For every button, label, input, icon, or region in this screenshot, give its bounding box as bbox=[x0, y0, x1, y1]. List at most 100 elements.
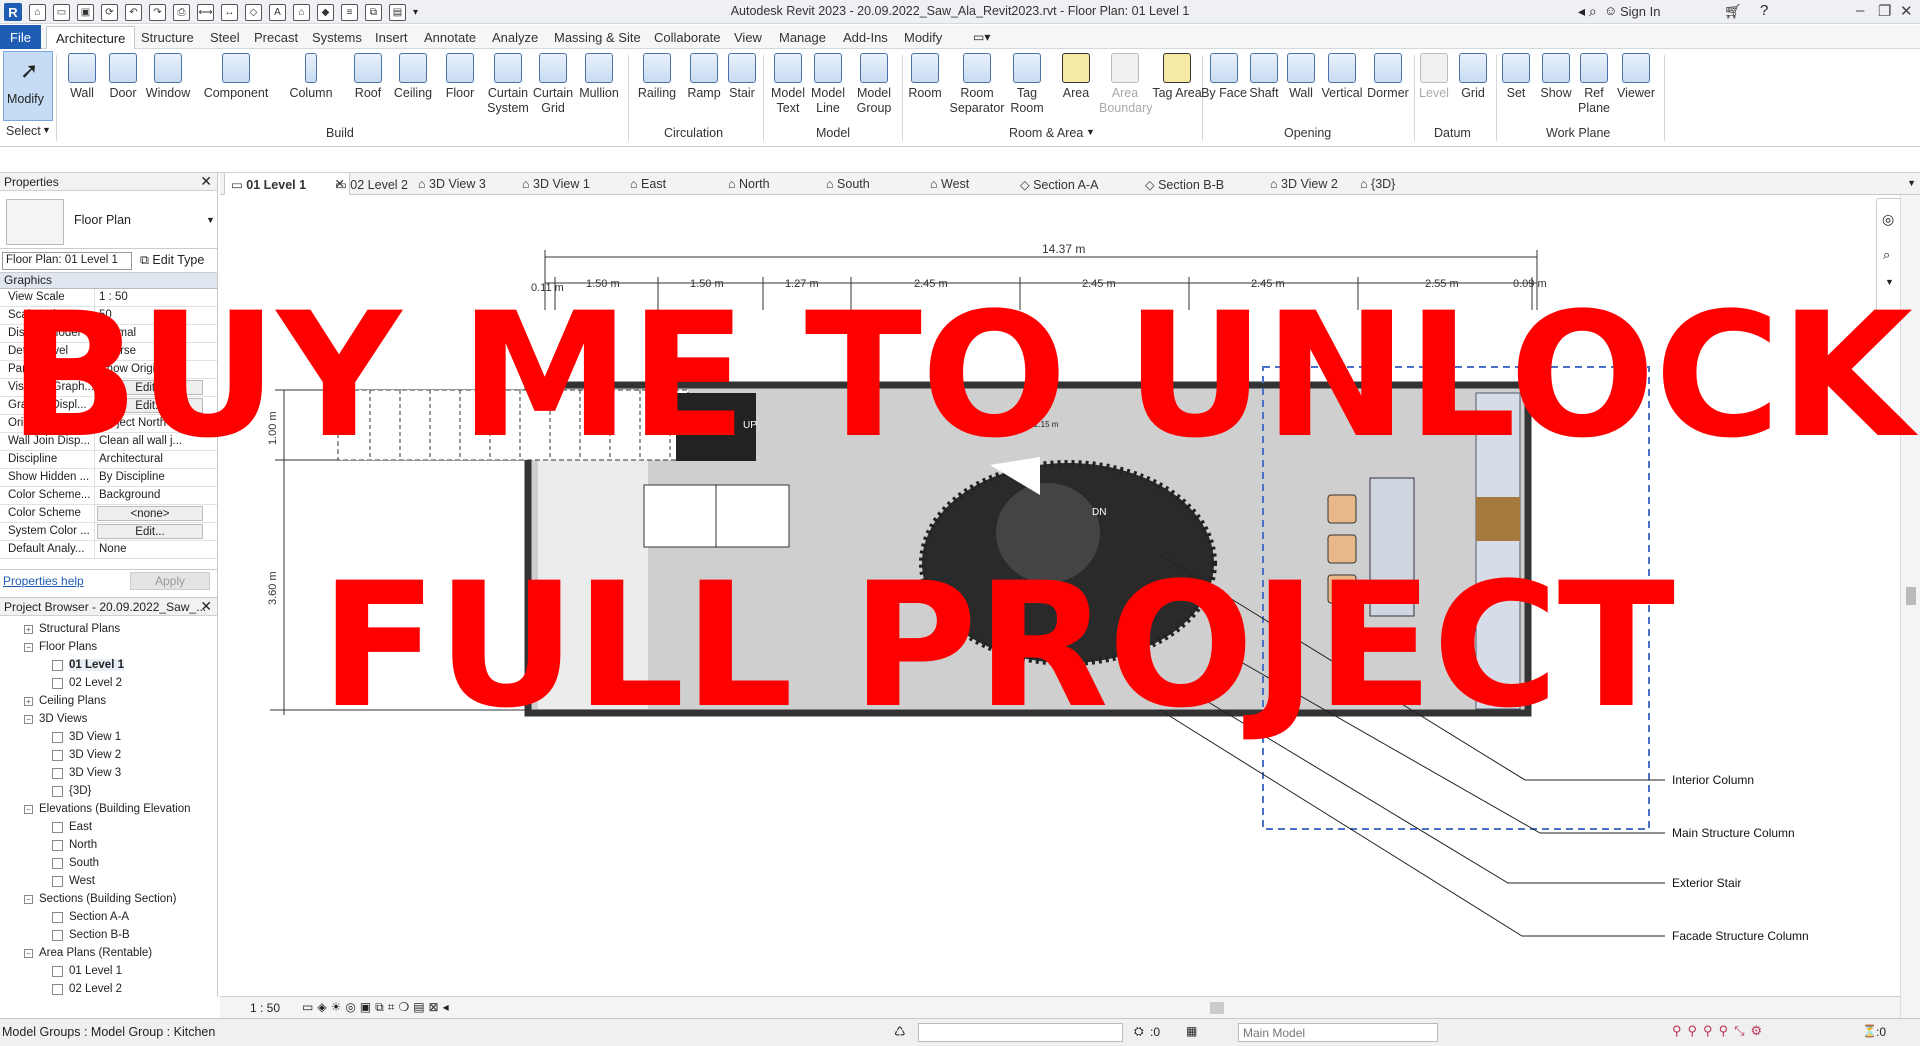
edit-type-button[interactable]: ⧉ Edit Type bbox=[140, 253, 204, 268]
model-group-button[interactable]: Model Group bbox=[848, 53, 900, 116]
property-value[interactable]: 50 bbox=[95, 307, 217, 324]
property-row[interactable]: Color Scheme... Background bbox=[0, 487, 217, 505]
property-row[interactable]: Display Model Normal bbox=[0, 325, 217, 343]
tab-add-ins[interactable]: Add-Ins bbox=[843, 30, 888, 45]
view-scale[interactable]: 1 : 50 bbox=[250, 1001, 280, 1015]
expand-icon[interactable]: + bbox=[24, 624, 33, 634]
room-area-dropdown-icon[interactable]: ▼ bbox=[1086, 127, 1095, 137]
dormer-button[interactable]: Dormer bbox=[1362, 53, 1414, 101]
panel-room-area[interactable]: Room & Area bbox=[1009, 126, 1083, 140]
chair[interactable] bbox=[1327, 574, 1357, 604]
browser-category[interactable]: − Area Plans (Rentable) bbox=[0, 944, 217, 962]
property-row[interactable]: Wall Join Disp... Clean all wall j... bbox=[0, 433, 217, 451]
close-window-button[interactable]: ✕ bbox=[1900, 2, 1913, 20]
tab-modify[interactable]: Modify bbox=[904, 30, 942, 45]
tag-area-button[interactable]: Tag Area bbox=[1151, 53, 1203, 101]
tab-systems[interactable]: Systems bbox=[312, 30, 362, 45]
modify-button[interactable]: ➚ Modify bbox=[3, 51, 53, 121]
cart-icon[interactable]: 🛒︎ bbox=[1724, 3, 1742, 20]
tab-precast[interactable]: Precast bbox=[254, 30, 298, 45]
property-row[interactable]: View Scale 1 : 50 bbox=[0, 289, 217, 307]
sign-in-button[interactable]: Sign In bbox=[1620, 4, 1660, 19]
chair[interactable] bbox=[1327, 494, 1357, 524]
main-model-icon[interactable]: ▦ bbox=[1186, 1024, 1197, 1038]
view-tab[interactable]: ⌂ {3D} bbox=[1354, 173, 1454, 195]
browser-view-item[interactable]: 01 Level 1 bbox=[0, 656, 217, 674]
tab-insert[interactable]: Insert bbox=[375, 30, 408, 45]
property-value[interactable]: Edit... bbox=[97, 524, 203, 539]
browser-view-item[interactable]: Section A-A bbox=[0, 908, 217, 926]
instance-filter-dropdown[interactable]: Floor Plan: 01 Level 1 bbox=[2, 252, 132, 270]
vertical-button[interactable]: Vertical bbox=[1316, 53, 1368, 101]
collapse-icon[interactable]: − bbox=[24, 948, 33, 958]
railing-button[interactable]: Railing bbox=[631, 53, 683, 101]
model-line-button[interactable]: Model Line bbox=[802, 53, 854, 116]
ceiling-button[interactable]: Ceiling bbox=[387, 53, 439, 101]
tab-manage[interactable]: Manage bbox=[779, 30, 826, 45]
property-value[interactable]: Coarse bbox=[95, 343, 217, 360]
view-tab[interactable]: ⌂ West bbox=[924, 173, 1024, 195]
expand-icon[interactable]: + bbox=[24, 696, 33, 706]
horizontal-scroll-thumb[interactable] bbox=[1210, 1002, 1224, 1014]
minimize-button[interactable]: – bbox=[1856, 2, 1864, 19]
collapse-icon[interactable]: − bbox=[24, 642, 33, 652]
restore-button[interactable]: ❐ bbox=[1878, 2, 1891, 20]
room-button[interactable]: Room bbox=[899, 53, 951, 101]
property-value[interactable]: Show Original bbox=[95, 361, 217, 378]
property-value[interactable]: Edit... bbox=[97, 398, 203, 413]
browser-view-item[interactable]: North bbox=[0, 836, 217, 854]
property-row[interactable]: System Color ... Edit... bbox=[0, 523, 217, 541]
tab-list-dropdown-icon[interactable]: ▼ bbox=[1907, 178, 1916, 188]
browser-category[interactable]: + Ceiling Plans bbox=[0, 692, 217, 710]
scroll-thumb[interactable] bbox=[1906, 587, 1916, 605]
user-icon[interactable]: ☺ bbox=[1604, 3, 1617, 18]
property-value[interactable]: Architectural bbox=[95, 451, 217, 468]
kitchen-island[interactable] bbox=[1369, 477, 1415, 617]
property-row[interactable]: Color Scheme <none> bbox=[0, 505, 217, 523]
browser-view-item[interactable]: 02 Level 2 bbox=[0, 674, 217, 692]
browser-view-item[interactable]: 3D View 1 bbox=[0, 728, 217, 746]
browser-view-item[interactable]: South bbox=[0, 854, 217, 872]
browser-view-item[interactable]: 01 Level 1 bbox=[0, 962, 217, 980]
property-value[interactable]: Background bbox=[95, 487, 217, 504]
property-row[interactable]: Default Analy... None bbox=[0, 541, 217, 559]
panel-select[interactable]: Select bbox=[6, 124, 41, 138]
chair[interactable] bbox=[1327, 534, 1357, 564]
ribbon-options-icon[interactable]: ▭▾ bbox=[973, 30, 990, 44]
view-tab[interactable]: ⌂ 3D View 1 bbox=[516, 173, 616, 195]
collapse-icon[interactable]: − bbox=[24, 804, 33, 814]
browser-view-item[interactable]: West bbox=[0, 872, 217, 890]
browser-view-item[interactable]: Section B-B bbox=[0, 926, 217, 944]
property-value[interactable]: Edit... bbox=[97, 380, 203, 395]
type-selector[interactable]: Floor Plan ▼ bbox=[0, 191, 217, 249]
view-tab[interactable]: ◇ Section A-A bbox=[1014, 173, 1114, 195]
view-tab[interactable]: ⌂ 3D View 3 bbox=[412, 173, 512, 195]
property-row[interactable]: Orientation Project North bbox=[0, 415, 217, 433]
steering-wheel-icon[interactable]: ◎ bbox=[1882, 211, 1894, 228]
apply-button[interactable]: Apply bbox=[130, 572, 210, 590]
tag-room-button[interactable]: Tag Room bbox=[1001, 53, 1053, 116]
worksharing-icon[interactable]: ♺ bbox=[894, 1024, 906, 1040]
tab-steel[interactable]: Steel bbox=[210, 30, 240, 45]
property-row[interactable]: Parts Visibility Show Original bbox=[0, 361, 217, 379]
scroll-down-icon[interactable]: ▼ bbox=[1885, 277, 1894, 287]
mullion-button[interactable]: Mullion bbox=[573, 53, 625, 101]
view-tab[interactable]: ⌂ North bbox=[722, 173, 822, 195]
component-button[interactable]: Component bbox=[198, 53, 274, 101]
tab-massing-site[interactable]: Massing & Site bbox=[554, 30, 641, 45]
tab-view[interactable]: View bbox=[734, 30, 762, 45]
view-tab[interactable]: ⌂ South bbox=[820, 173, 920, 195]
chevron-down-icon[interactable]: ▼ bbox=[206, 215, 215, 225]
property-row[interactable]: Scale Value 50 bbox=[0, 307, 217, 325]
browser-view-item[interactable]: 02 Level 2 bbox=[0, 980, 217, 998]
collapse-icon[interactable]: − bbox=[24, 714, 33, 724]
browser-view-item[interactable]: East bbox=[0, 818, 217, 836]
tab-analyze[interactable]: Analyze bbox=[492, 30, 538, 45]
property-value[interactable]: <none> bbox=[97, 506, 203, 521]
area-button[interactable]: Area bbox=[1050, 53, 1102, 101]
property-row[interactable]: Show Hidden ... By Discipline bbox=[0, 469, 217, 487]
close-icon[interactable]: ✕ bbox=[200, 173, 212, 190]
kitchen-counter[interactable] bbox=[1475, 392, 1521, 710]
curtain-grid-button[interactable]: Curtain Grid bbox=[527, 53, 579, 116]
browser-view-item[interactable]: 3D View 3 bbox=[0, 764, 217, 782]
